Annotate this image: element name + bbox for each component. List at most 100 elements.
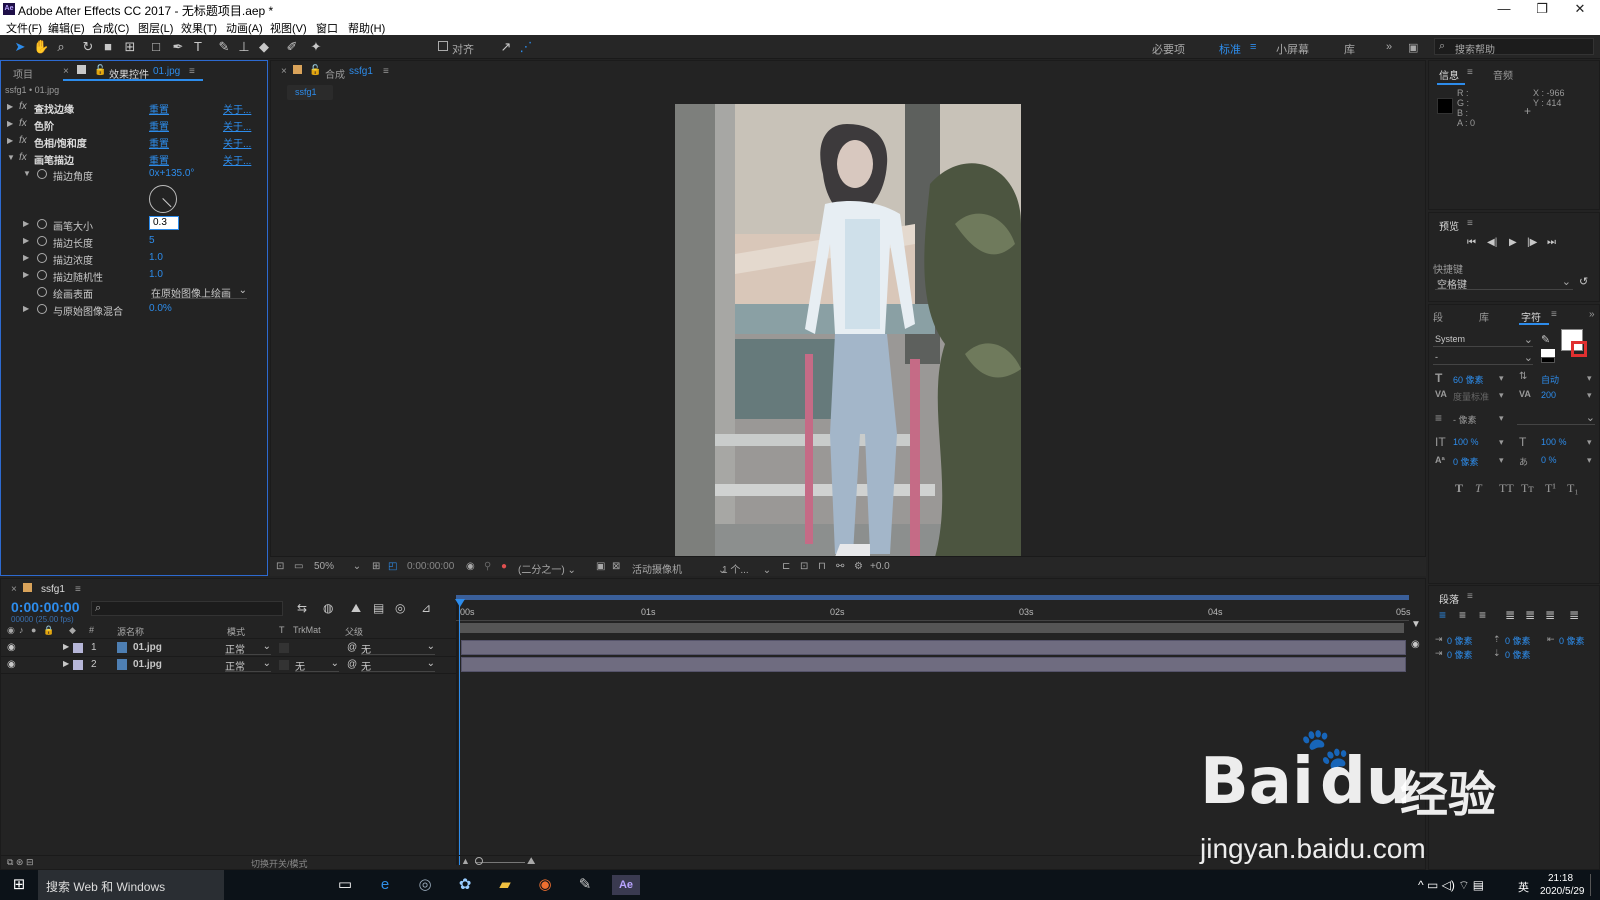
work-area-bar[interactable] [456, 595, 1409, 600]
toggle-pixel-icon[interactable]: ⊏ [782, 561, 790, 572]
clock-time[interactable]: 21:18 [1548, 873, 1573, 884]
param-value[interactable]: 0x+135.0° [149, 168, 194, 179]
chevron-down-icon[interactable]: ▾ [1499, 373, 1504, 384]
ime-indicator[interactable]: 英 [1518, 879, 1529, 895]
exposure-value[interactable]: +0.0 [870, 561, 890, 572]
pickwhip-icon[interactable]: @ [347, 642, 357, 653]
views-dropdown[interactable]: 1 个... ⌄ [722, 561, 771, 576]
eyedropper-icon[interactable]: ✎ [1541, 333, 1550, 346]
reset-link[interactable]: 重置 [149, 152, 169, 167]
label-color-icon[interactable] [73, 643, 83, 653]
zoom-out-icon[interactable]: ▲ [461, 856, 470, 866]
expand-triangle-icon[interactable]: ▶ [7, 119, 13, 128]
comp-mini-flowchart-icon[interactable]: ⇆ [297, 601, 307, 615]
paint-icon[interactable]: ✎ [574, 875, 596, 895]
close-tab-icon[interactable]: × [11, 584, 17, 595]
tab-paragraph-short[interactable]: 段 [1433, 309, 1443, 324]
chevron-down-icon[interactable]: ▾ [1587, 390, 1592, 401]
playhead[interactable] [459, 599, 460, 865]
effect-row-levels[interactable]: ▶ fx 色阶 重置 关于... [1, 117, 259, 133]
expand-triangle-icon[interactable]: ▶ [23, 219, 29, 228]
about-link[interactable]: 关于... [223, 101, 251, 116]
show-desktop[interactable] [1590, 874, 1591, 896]
align-left-icon[interactable]: ≡ [1439, 608, 1446, 622]
panel-menu-icon[interactable]: ≡ [1467, 591, 1473, 602]
param-value[interactable]: 0.0% [149, 303, 172, 314]
param-value[interactable]: 5 [149, 235, 155, 246]
tab-project[interactable]: 项目 [13, 66, 33, 81]
close-button[interactable]: ✕ [1558, 0, 1600, 18]
expand-triangle-icon[interactable]: ▶ [23, 270, 29, 279]
menu-view[interactable]: 视图(V) [270, 20, 307, 36]
tray-icons[interactable]: ^ ▭ ◁) ⌔ ▤ [1418, 878, 1484, 893]
tab-effect-file[interactable]: 01.jpg [153, 66, 180, 77]
chevron-down-icon[interactable]: ▾ [1587, 455, 1592, 466]
trkmat-dropdown[interactable]: 无 ⌄ [295, 658, 339, 673]
timeline-icon[interactable]: ⊓ [818, 561, 826, 572]
effect-row-find-edges[interactable]: ▶ fx 查找边缘 重置 关于... [1, 100, 259, 116]
sync-settings-icon[interactable]: ▣ [1408, 41, 1418, 54]
menu-help[interactable]: 帮助(H) [348, 20, 385, 36]
pen-tool-icon[interactable]: ✒ [170, 39, 186, 55]
panel-menu-icon[interactable]: ≡ [75, 584, 81, 595]
zoom-tool-icon[interactable]: ⌕ [53, 39, 69, 55]
comp-subtab[interactable]: ssfg1 [287, 85, 333, 100]
tab-character[interactable]: 字符 [1521, 309, 1541, 324]
panel-menu-icon[interactable]: ≡ [1467, 67, 1473, 78]
panel-menu-icon[interactable]: ≡ [1467, 218, 1473, 229]
brush-size-input[interactable]: 0.3 [149, 216, 179, 230]
layer-duration-bar[interactable] [461, 657, 1406, 672]
reset-link[interactable]: 重置 [149, 101, 169, 116]
param-brush-size[interactable]: ▶ 画笔大小 0.3 [1, 216, 259, 233]
preserve-transparency-toggle[interactable] [279, 660, 289, 670]
expand-triangle-icon[interactable]: ▶ [23, 236, 29, 245]
expand-triangle-icon[interactable]: ▶ [23, 253, 29, 262]
menu-edit[interactable]: 编辑(E) [48, 20, 85, 36]
justify-right-icon[interactable]: ≣ [1545, 608, 1555, 622]
motion-blur-icon[interactable]: ◎ [395, 601, 405, 615]
black-swatch[interactable] [1541, 357, 1555, 363]
expand-triangle-icon[interactable]: ▶ [63, 659, 69, 668]
vertical-scale-value[interactable]: 100 % [1453, 437, 1479, 447]
faux-italic-icon[interactable]: T [1475, 481, 1482, 496]
effect-row-brush-strokes[interactable]: ▼ fx 画笔描边 重置 关于... [1, 151, 259, 167]
play-icon[interactable]: ▶ [1509, 237, 1517, 248]
chevron-down-icon[interactable]: ▾ [1587, 437, 1592, 448]
about-link[interactable]: 关于... [223, 135, 251, 150]
zoom-slider-handle[interactable] [475, 857, 483, 865]
prev-frame-icon[interactable]: ◀| [1487, 237, 1497, 248]
comp-button-icon[interactable]: ▼ [1411, 619, 1421, 630]
snap-icon[interactable]: ↗ [498, 39, 514, 55]
app-icon-2[interactable]: ✿ [454, 875, 476, 895]
reset-link[interactable]: 重置 [149, 118, 169, 133]
channel-icon[interactable]: ● [501, 561, 507, 572]
reset-link[interactable]: 重置 [149, 135, 169, 150]
monitor-icon[interactable]: ▭ [294, 561, 303, 572]
subscript-icon[interactable]: T₁ [1567, 481, 1579, 496]
tab-preview[interactable]: 预览 [1439, 218, 1459, 233]
chevron-down-icon[interactable]: ▾ [1499, 455, 1504, 466]
transparency-grid-icon[interactable]: ⊠ [612, 561, 620, 572]
expand-triangle-icon[interactable]: ▶ [7, 102, 13, 111]
menu-composition[interactable]: 合成(C) [92, 20, 129, 36]
roi-icon[interactable]: ▣ [596, 561, 605, 572]
file-explorer-icon[interactable]: ▰ [494, 875, 516, 895]
panel-menu-icon[interactable]: ≡ [189, 66, 195, 77]
about-link[interactable]: 关于... [223, 118, 251, 133]
menu-animation[interactable]: 动画(A) [226, 20, 263, 36]
fx-icon[interactable]: fx [19, 101, 27, 112]
param-stroke-randomness[interactable]: ▶ 描边随机性 1.0 [1, 268, 259, 284]
loop-icon[interactable]: ↺ [1579, 275, 1588, 288]
frame-blending-icon[interactable]: ▤ [373, 601, 384, 615]
faux-bold-icon[interactable]: T [1455, 481, 1463, 496]
workspace-small-screen[interactable]: 小屏幕 [1276, 41, 1309, 57]
windows-start-icon[interactable]: ⊞ [8, 875, 30, 895]
angle-dial[interactable] [149, 185, 177, 213]
shy-layers-icon[interactable]: ⛰ [351, 601, 361, 616]
font-size-value[interactable]: 60 像素 [1453, 373, 1484, 386]
stroke-color-swatch[interactable] [1571, 341, 1587, 357]
stopwatch-icon[interactable] [37, 253, 47, 263]
param-stroke-density[interactable]: ▶ 描边浓度 1.0 [1, 251, 259, 267]
param-stroke-angle[interactable]: ▼ 描边角度 0x+135.0° [1, 167, 259, 183]
table-row[interactable]: ◉ ▶ 1 01.jpg 正常 ⌄ @ 无 ⌄ [1, 640, 456, 657]
